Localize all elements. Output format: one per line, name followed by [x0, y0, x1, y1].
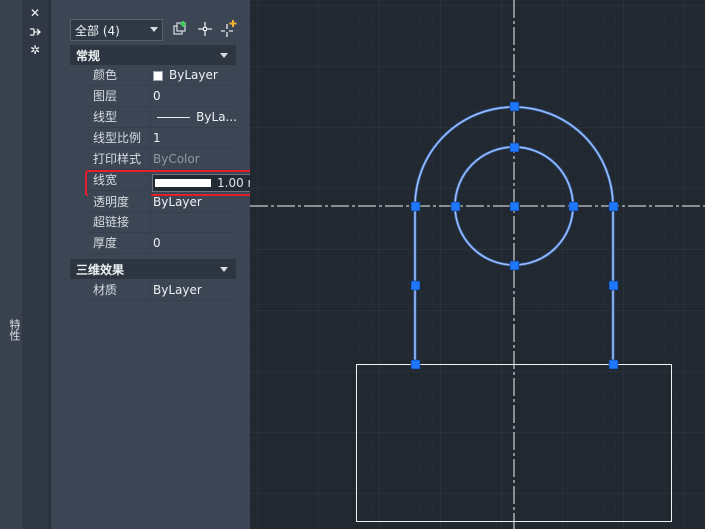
prop-row-transparency[interactable]: 透明度 ByLayer: [88, 193, 237, 213]
palette-controls: ✕ ✲: [22, 0, 48, 529]
chevron-down-icon: [150, 27, 158, 32]
prop-row-layer[interactable]: 图层 0: [88, 87, 237, 107]
prop-row-plot-style[interactable]: 打印样式 ByColor: [88, 150, 237, 170]
object-type-value: 全部 (4): [75, 23, 120, 38]
prop-row-material[interactable]: 材质 ByLayer: [88, 281, 237, 301]
collapse-caret-icon: [220, 53, 228, 58]
prop-value: [151, 213, 237, 232]
grip-point: [608, 201, 619, 212]
grip-point: [608, 280, 619, 291]
prop-row-linetype[interactable]: 线型 ByLa...: [88, 108, 237, 128]
toggle-pickadd-icon[interactable]: [220, 20, 238, 38]
grip-point: [450, 201, 461, 212]
grip-point: [410, 201, 421, 212]
major-grid: [250, 0, 705, 529]
grip-point: [509, 101, 520, 112]
linetype-sample: [157, 117, 191, 118]
grip-point: [568, 201, 579, 212]
object-type-dropdown[interactable]: 全部 (4): [70, 19, 163, 41]
grip-point: [608, 359, 619, 370]
prop-name: 厚度: [88, 234, 151, 253]
prop-value: ByLayer: [151, 66, 237, 85]
grip-point: [509, 201, 520, 212]
drawing-canvas[interactable]: [250, 0, 705, 529]
prop-name: 线型比例: [88, 129, 151, 148]
grip-point: [410, 359, 421, 370]
prop-name: 打印样式: [88, 150, 151, 169]
section-general-header[interactable]: 常规: [70, 45, 236, 65]
collapse-caret-icon: [220, 267, 228, 272]
prop-value: 1: [153, 131, 161, 145]
color-swatch: [153, 70, 163, 81]
settings-icon[interactable]: ✲: [27, 43, 43, 57]
prop-value: ByLa...: [151, 108, 237, 127]
prop-row-thickness[interactable]: 厚度 0: [88, 234, 237, 254]
section-3d-header[interactable]: 三维效果: [70, 259, 236, 279]
prop-value: ByColor: [153, 152, 200, 166]
prop-name: 图层: [88, 87, 151, 106]
prop-name: 材质: [88, 281, 151, 300]
prop-value: ByLayer: [153, 195, 202, 209]
prop-name: 超链接: [88, 213, 151, 232]
prop-name: 透明度: [88, 193, 151, 212]
prop-name: 线型: [88, 108, 151, 127]
prop-name: 颜色: [88, 66, 151, 85]
prop-value: 0: [153, 236, 161, 250]
prop-value: 0: [153, 89, 161, 103]
grip-point: [410, 280, 421, 291]
autohide-icon[interactable]: [27, 25, 43, 39]
select-objects-icon[interactable]: [196, 20, 214, 38]
palette-title-bar[interactable]: 特性: [0, 0, 23, 529]
section-3d-title: 三维效果: [76, 262, 125, 277]
grip-point: [509, 260, 520, 271]
prop-value: ByLayer: [153, 283, 202, 297]
palette-title: 特性: [8, 319, 21, 341]
grip-point: [509, 142, 520, 153]
quick-select-icon[interactable]: [171, 20, 189, 38]
prop-row-linetype-scale[interactable]: 线型比例 1: [88, 129, 237, 149]
section-general-title: 常规: [76, 48, 101, 63]
prop-row-color[interactable]: 颜色 ByLayer: [88, 66, 237, 86]
close-icon[interactable]: ✕: [27, 6, 43, 20]
prop-row-hyperlink[interactable]: 超链接: [88, 213, 237, 233]
